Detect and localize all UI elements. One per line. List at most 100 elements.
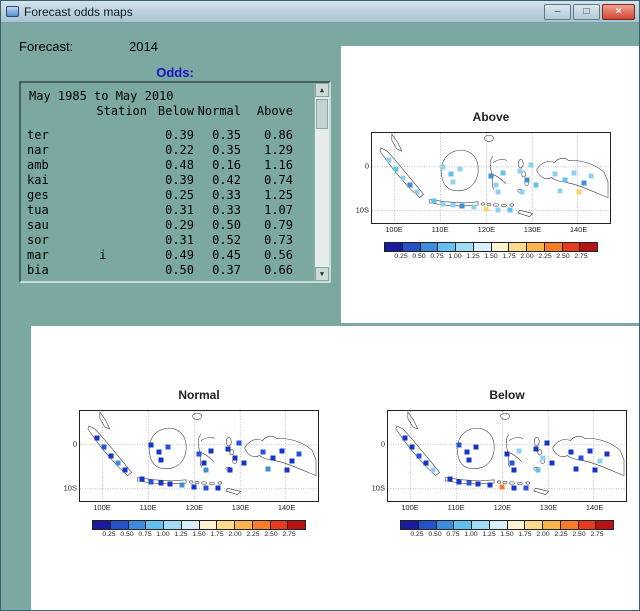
window-titlebar[interactable]: Forecast odds maps – □ × — [1, 1, 639, 23]
colorbar-tick-label: 2.25 — [554, 531, 568, 538]
station-marker — [450, 202, 456, 208]
odds-scrollbar[interactable]: ▲ ▼ — [314, 83, 329, 281]
station-marker — [122, 467, 128, 473]
scroll-down-icon[interactable]: ▼ — [315, 267, 329, 281]
colorbar-ticks-below: 0.25 0.50 0.75 1.00 1.25 1.50 1.75 2.00 2.25 2.50… — [399, 531, 615, 541]
colorbar-segment — [506, 521, 525, 529]
station-marker — [289, 458, 295, 464]
station-marker — [156, 449, 162, 455]
station-marker — [475, 481, 481, 487]
window-title: Forecast odds maps — [24, 4, 133, 19]
station-marker — [493, 182, 499, 188]
lon-label: 130E — [539, 503, 558, 512]
station-marker — [148, 479, 154, 485]
colorbar-segment — [453, 521, 471, 529]
colorbar-tick-label: 1.25 — [482, 531, 496, 538]
lat-label-10s: 10S — [63, 483, 77, 493]
minimize-button[interactable]: – — [544, 4, 571, 20]
colorbar-tick-label: 0.50 — [412, 253, 426, 260]
colorbar-tick-label: 0.50 — [428, 531, 442, 538]
colorbar-ticks-normal: 0.25 0.50 0.75 1.00 1.25 1.50 1.75 2.00 2.25 2.50… — [91, 531, 307, 541]
column-header-below: Below — [157, 104, 194, 118]
station-marker — [500, 170, 506, 176]
odds-heading: Odds: — [156, 65, 194, 80]
station-marker — [587, 448, 593, 454]
map-title-normal: Normal — [178, 388, 220, 402]
colorbar-tick-label: 1.75 — [502, 253, 516, 260]
station-marker — [191, 484, 197, 490]
forecast-value: 2014 — [129, 39, 158, 54]
lon-label: 100E — [401, 503, 419, 512]
station-marker — [423, 460, 429, 466]
station-marker — [265, 466, 271, 472]
colorbar-segment — [251, 521, 270, 529]
odds-period: May 1985 to May 2010 — [29, 89, 174, 103]
station-marker — [296, 451, 302, 457]
lon-label: 140E — [585, 503, 604, 512]
lon-axis-labels: 100E 110E 120E 130E 140E — [79, 503, 319, 513]
colorbar-segment — [524, 521, 542, 529]
lon-label: 130E — [231, 503, 250, 512]
station-marker — [466, 457, 472, 463]
map-frame-below: 0 10S — [372, 410, 627, 502]
colorbar-tick-label: 2.25 — [246, 531, 260, 538]
colorbar-segment — [472, 243, 491, 251]
station-marker — [571, 170, 577, 176]
station-marker — [552, 171, 558, 177]
station-marker — [241, 460, 247, 466]
odds-table-row: ter 0.39 0.35 0.86 — [27, 128, 293, 142]
colorbar-segment — [401, 243, 420, 251]
close-button[interactable]: × — [602, 4, 635, 20]
colorbar-segment — [526, 243, 544, 251]
colorbar-segment — [234, 521, 252, 529]
station-marker — [196, 451, 202, 457]
station-marker — [94, 435, 100, 441]
scrollbar-thumb[interactable] — [316, 99, 328, 129]
station-marker — [270, 455, 276, 461]
station-marker — [507, 207, 513, 212]
station-marker — [473, 444, 479, 450]
lon-label: 120E — [477, 225, 496, 234]
station-marker — [528, 162, 534, 168]
station-marker — [592, 467, 598, 473]
colorbar-tick-label: 0.25 — [410, 531, 424, 538]
station-marker — [448, 171, 454, 177]
colorbar-tick-label: 1.50 — [484, 253, 498, 260]
colorbar-above — [384, 242, 598, 252]
station-marker — [279, 448, 285, 454]
colorbar-segment — [163, 521, 181, 529]
window-content: Forecast: 2014 Odds: May 1985 to May 201… — [1, 23, 639, 610]
station-marker — [232, 455, 238, 461]
station-marker — [535, 467, 541, 473]
lat-label-0: 0 — [72, 439, 77, 449]
odds-table-row: amb 0.48 0.16 1.16 — [27, 158, 293, 172]
station-marker — [203, 485, 209, 491]
lat-label-0: 0 — [364, 161, 369, 171]
scroll-up-icon[interactable]: ▲ — [315, 83, 329, 97]
station-marker — [524, 177, 530, 183]
odds-table-header: Station Below Normal Above — [21, 104, 329, 119]
colorbar-tick-label: 2.50 — [556, 253, 570, 260]
colorbar-tick-label: 2.50 — [264, 531, 278, 538]
station-marker — [487, 482, 493, 488]
colorbar-tick-label: 0.75 — [138, 531, 152, 538]
colorbar-segment — [559, 521, 578, 529]
lon-label: 110E — [447, 503, 465, 512]
colorbar-segment — [216, 521, 234, 529]
station-marker — [464, 449, 470, 455]
station-marker — [519, 189, 525, 195]
colorbar-segment — [543, 243, 562, 251]
app-icon — [6, 6, 19, 17]
station-marker — [203, 467, 209, 473]
station-marker — [562, 177, 568, 183]
station-marker — [557, 188, 563, 194]
colorbar-tick-label: 1.75 — [210, 531, 224, 538]
column-header-normal: Normal — [197, 104, 241, 118]
lon-label: 140E — [569, 225, 588, 234]
lon-label: 110E — [139, 503, 157, 512]
station-marker — [115, 460, 121, 466]
station-marker — [523, 485, 529, 490]
maximize-button[interactable]: □ — [573, 4, 600, 20]
station-marker — [227, 467, 233, 473]
station-marker — [402, 435, 408, 441]
